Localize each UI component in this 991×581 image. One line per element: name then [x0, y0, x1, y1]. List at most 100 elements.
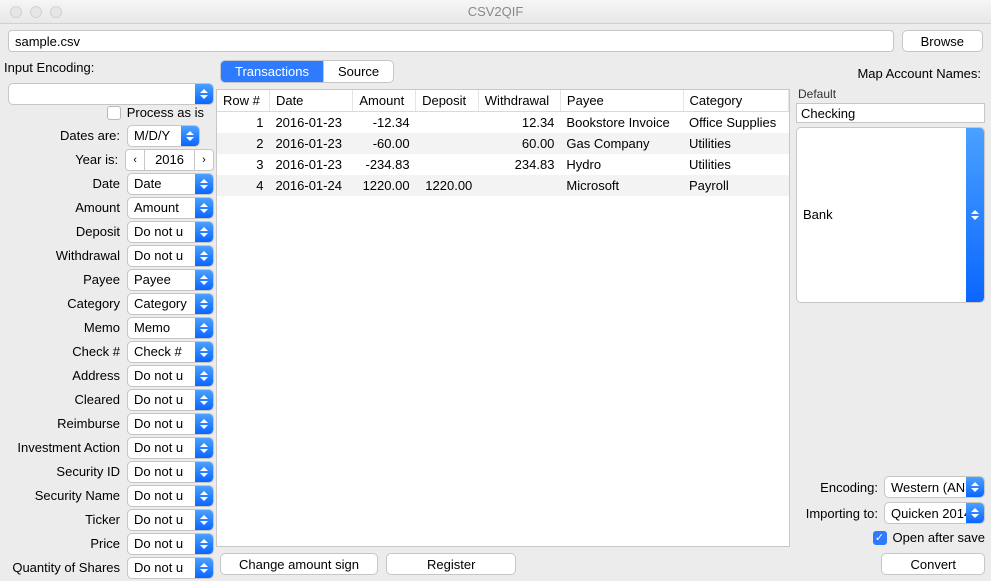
field-select-check-[interactable]: Check # [127, 341, 214, 363]
open-after-save-label: Open after save [893, 530, 986, 545]
file-path-input[interactable]: sample.csv [8, 30, 894, 52]
titlebar: CSV2QIF [0, 0, 991, 24]
field-label: Amount [0, 200, 127, 215]
field-select-ticker[interactable]: Do not u [127, 509, 214, 531]
field-label: Date [0, 176, 127, 191]
window-title: CSV2QIF [0, 4, 991, 19]
chevron-updown-icon [195, 558, 213, 578]
chevron-updown-icon [195, 414, 213, 434]
importing-to-select[interactable]: Quicken 2014 [884, 502, 985, 524]
chevron-updown-icon [195, 318, 213, 338]
field-label: Cleared [0, 392, 127, 407]
chevron-updown-icon [195, 510, 213, 530]
year-prev-button[interactable]: ‹ [125, 149, 145, 171]
chevron-updown-icon [195, 294, 213, 314]
chevron-updown-icon [195, 270, 213, 290]
field-select-price[interactable]: Do not u [127, 533, 214, 555]
field-label: Price [0, 536, 127, 551]
column-header[interactable]: Payee [560, 90, 683, 112]
transactions-table[interactable]: Row #DateAmountDepositWithdrawalPayeeCat… [216, 89, 790, 547]
default-label: Default [796, 87, 985, 103]
convert-button[interactable]: Convert [881, 553, 985, 575]
field-select-address[interactable]: Do not u [127, 365, 214, 387]
center-panel: Transactions Source Row #DateAmountDepos… [216, 60, 792, 581]
register-button[interactable]: Register [386, 553, 516, 575]
chevron-updown-icon [195, 534, 213, 554]
chevron-updown-icon [195, 246, 213, 266]
right-panel: Map Account Names: Default Checking Bank… [792, 60, 991, 581]
field-select-date[interactable]: Date [127, 173, 214, 195]
tab-group: Transactions Source [220, 60, 394, 83]
field-select-deposit[interactable]: Do not u [127, 221, 214, 243]
table-row[interactable]: 32016-01-23-234.83234.83HydroUtilities [217, 154, 789, 175]
chevron-updown-icon [195, 84, 213, 104]
field-label: Reimburse [0, 416, 127, 431]
chevron-updown-icon [966, 477, 984, 497]
dates-are-select[interactable]: M/D/Y [127, 125, 200, 147]
field-label: Security ID [0, 464, 127, 479]
importing-to-label: Importing to: [796, 506, 884, 521]
table-row[interactable]: 42016-01-241220.001220.00MicrosoftPayrol… [217, 175, 789, 196]
chevron-updown-icon [195, 366, 213, 386]
field-select-payee[interactable]: Payee [127, 269, 214, 291]
year-is-label: Year is: [0, 152, 125, 167]
column-header[interactable]: Date [269, 90, 352, 112]
year-next-button[interactable]: › [194, 149, 214, 171]
change-amount-sign-button[interactable]: Change amount sign [220, 553, 378, 575]
dates-are-label: Dates are: [0, 128, 127, 143]
account-name-input[interactable]: Checking [796, 103, 985, 123]
field-label: Investment Action [0, 440, 127, 455]
left-panel: Input Encoding: Process as is Dates are:… [0, 60, 216, 581]
field-label: Check # [0, 344, 127, 359]
field-select-withdrawal[interactable]: Do not u [127, 245, 214, 267]
column-header[interactable]: Deposit [416, 90, 479, 112]
tab-transactions[interactable]: Transactions [221, 61, 324, 82]
field-select-reimburse[interactable]: Do not u [127, 413, 214, 435]
encoding-label: Encoding: [796, 480, 884, 495]
field-label: Deposit [0, 224, 127, 239]
chevron-updown-icon [195, 486, 213, 506]
table-row[interactable]: 22016-01-23-60.0060.00Gas CompanyUtiliti… [217, 133, 789, 154]
open-after-save-checkbox[interactable]: ✓ [873, 531, 887, 545]
chevron-updown-icon [195, 390, 213, 410]
field-select-quantity-of-shares[interactable]: Do not u [127, 557, 214, 579]
process-as-is-checkbox[interactable] [107, 106, 121, 120]
field-select-investment-action[interactable]: Do not u [127, 437, 214, 459]
column-header[interactable]: Withdrawal [478, 90, 560, 112]
input-encoding-select[interactable] [8, 83, 214, 105]
column-header[interactable]: Category [683, 90, 789, 112]
field-select-cleared[interactable]: Do not u [127, 389, 214, 411]
year-value: 2016 [145, 149, 194, 171]
browse-button[interactable]: Browse [902, 30, 983, 52]
field-label: Payee [0, 272, 127, 287]
field-select-security-id[interactable]: Do not u [127, 461, 214, 483]
field-label: Memo [0, 320, 127, 335]
encoding-select[interactable]: Western (ANSI) [884, 476, 985, 498]
field-select-category[interactable]: Category [127, 293, 214, 315]
account-type-select[interactable]: Bank [796, 127, 985, 303]
chevron-updown-icon [195, 222, 213, 242]
field-select-security-name[interactable]: Do not u [127, 485, 214, 507]
field-label: Security Name [0, 488, 127, 503]
field-select-memo[interactable]: Memo [127, 317, 214, 339]
process-as-is-label: Process as is [127, 105, 204, 120]
chevron-updown-icon [195, 198, 213, 218]
table-row[interactable]: 12016-01-23-12.3412.34Bookstore InvoiceO… [217, 112, 789, 134]
column-header[interactable]: Amount [353, 90, 416, 112]
chevron-updown-icon [966, 128, 984, 302]
chevron-updown-icon [195, 174, 213, 194]
field-label: Withdrawal [0, 248, 127, 263]
chevron-updown-icon [195, 342, 213, 362]
field-label: Category [0, 296, 127, 311]
field-label: Address [0, 368, 127, 383]
column-header[interactable]: Row # [217, 90, 269, 112]
chevron-updown-icon [181, 126, 199, 146]
tab-source[interactable]: Source [324, 61, 393, 82]
map-account-names-label: Map Account Names: [796, 60, 985, 87]
field-select-amount[interactable]: Amount [127, 197, 214, 219]
field-label: Quantity of Shares [0, 560, 127, 575]
chevron-updown-icon [195, 462, 213, 482]
field-label: Ticker [0, 512, 127, 527]
chevron-updown-icon [195, 438, 213, 458]
year-stepper[interactable]: ‹ 2016 › [125, 149, 214, 171]
